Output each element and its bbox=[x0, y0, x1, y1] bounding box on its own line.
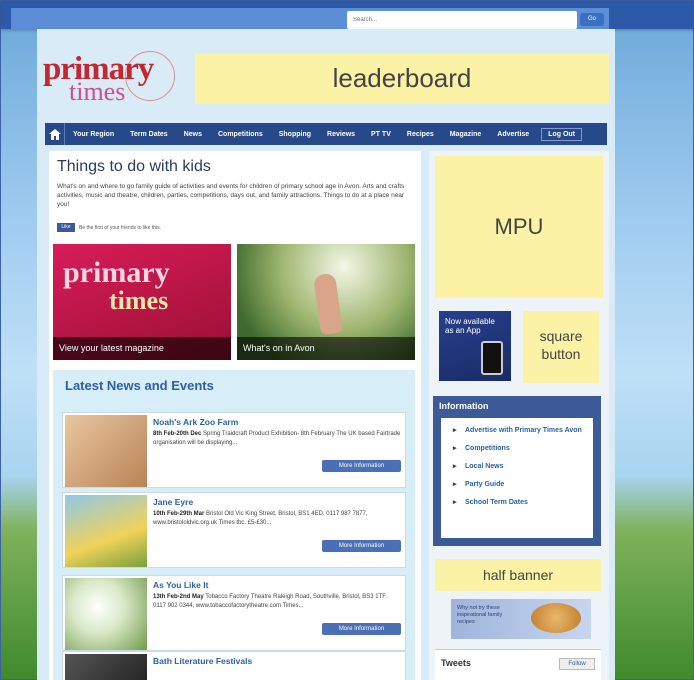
logout-button[interactable]: Log Out bbox=[541, 127, 582, 141]
news-heading: Latest News and Events bbox=[65, 378, 214, 393]
info-link-local-news[interactable]: Local News bbox=[453, 462, 589, 471]
recipes-banner-text: Why not try these inspirational family r… bbox=[457, 605, 503, 625]
facebook-like-button[interactable]: Like bbox=[57, 223, 75, 232]
nav-competitions[interactable]: Competitions bbox=[210, 131, 271, 138]
page-title: Things to do with kids bbox=[57, 158, 211, 175]
magazine-cover-subtitle: times bbox=[109, 286, 169, 315]
nav-recipes[interactable]: Recipes bbox=[399, 131, 442, 138]
news-thumbnail[interactable] bbox=[65, 654, 147, 680]
nav-reviews[interactable]: Reviews bbox=[319, 131, 363, 138]
news-thumbnail[interactable] bbox=[65, 578, 147, 650]
news-description: 8th Feb-20th Dec Spring Traidcraft Produ… bbox=[153, 431, 401, 446]
news-thumbnail[interactable] bbox=[65, 415, 147, 487]
logo-text-times: times bbox=[69, 77, 126, 106]
more-information-button[interactable]: More Information bbox=[322, 623, 401, 635]
tile-caption: View your latest magazine bbox=[53, 337, 231, 360]
nav-your-region[interactable]: Your Region bbox=[65, 131, 122, 138]
magazine-cover-title: primary bbox=[63, 256, 170, 289]
nav-news[interactable]: News bbox=[176, 131, 210, 138]
tile-caption: What's on in Avon bbox=[237, 337, 415, 360]
information-links-box: Advertise with Primary Times Avon Compet… bbox=[441, 418, 593, 538]
news-item: Jane Eyre 10th Feb-29th Mar Bristol Old … bbox=[62, 492, 406, 568]
news-item: Bath Literature Festivals bbox=[62, 651, 406, 680]
news-title[interactable]: As You Like It bbox=[153, 580, 208, 590]
news-description: 13th Feb-2nd May Tobacco Factory Theatre… bbox=[153, 594, 387, 609]
twitter-follow-button[interactable]: Follow bbox=[559, 658, 595, 670]
square-button-ad[interactable]: square button bbox=[523, 311, 599, 383]
info-link-competitions[interactable]: Competitions bbox=[453, 444, 589, 453]
news-title[interactable]: Bath Literature Festivals bbox=[153, 656, 252, 666]
nav-advertise[interactable]: Advertise bbox=[489, 131, 537, 138]
intro-text: What's on and where to go family guide o… bbox=[57, 183, 405, 208]
latest-magazine-tile[interactable]: primary times View your latest magazine bbox=[53, 244, 231, 360]
news-item: Noah's Ark Zoo Farm 8th Feb-20th Dec Spr… bbox=[62, 412, 406, 488]
search-go-button[interactable]: Go bbox=[580, 13, 604, 26]
main-nav: Your Region Term Dates News Competitions… bbox=[45, 123, 607, 145]
info-link-advertise[interactable]: Advertise with Primary Times Avon bbox=[453, 426, 589, 435]
information-heading: Information bbox=[439, 401, 489, 411]
news-description: 10th Feb-29th Mar Bristol Old Vic King S… bbox=[153, 511, 368, 526]
half-banner-ad[interactable]: half banner bbox=[435, 559, 601, 591]
more-information-button[interactable]: More Information bbox=[322, 460, 401, 472]
news-thumbnail[interactable] bbox=[65, 495, 147, 567]
information-panel: Information Advertise with Primary Times… bbox=[433, 396, 601, 546]
info-link-school-term-dates[interactable]: School Term Dates bbox=[453, 498, 589, 507]
tweets-label: Tweets bbox=[441, 658, 471, 668]
mpu-ad[interactable]: MPU bbox=[435, 156, 603, 298]
nav-term-dates[interactable]: Term Dates bbox=[122, 131, 176, 138]
tweets-widget: Tweets Follow bbox=[435, 649, 601, 680]
news-title[interactable]: Noah's Ark Zoo Farm bbox=[153, 417, 238, 427]
latest-news-panel: Latest News and Events Noah's Ark Zoo Fa… bbox=[53, 370, 415, 680]
news-title[interactable]: Jane Eyre bbox=[153, 497, 193, 507]
app-promo[interactable]: Now available as an App bbox=[439, 311, 511, 381]
search-input[interactable] bbox=[347, 11, 577, 29]
feet-photo bbox=[312, 272, 344, 336]
nav-shopping[interactable]: Shopping bbox=[271, 131, 319, 138]
info-link-party-guide[interactable]: Party Guide bbox=[453, 480, 589, 489]
pancakes-image bbox=[531, 603, 581, 633]
phone-icon bbox=[481, 341, 503, 375]
leaderboard-ad[interactable]: leaderboard bbox=[195, 53, 609, 104]
news-item: As You Like It 13th Feb-2nd May Tobacco … bbox=[62, 575, 406, 651]
whats-on-tile[interactable]: What's on in Avon bbox=[237, 244, 415, 360]
nav-magazine[interactable]: Magazine bbox=[442, 131, 490, 138]
facebook-like-text: Be the first of your friends to like thi… bbox=[79, 225, 161, 231]
app-promo-text: Now available as an App bbox=[445, 317, 495, 335]
nav-pt-tv[interactable]: PT TV bbox=[363, 131, 399, 138]
recipes-banner[interactable]: Why not try these inspirational family r… bbox=[451, 599, 591, 639]
primary-times-logo[interactable]: primary times bbox=[43, 51, 183, 111]
home-icon[interactable] bbox=[45, 123, 65, 145]
more-information-button[interactable]: More Information bbox=[322, 540, 401, 552]
